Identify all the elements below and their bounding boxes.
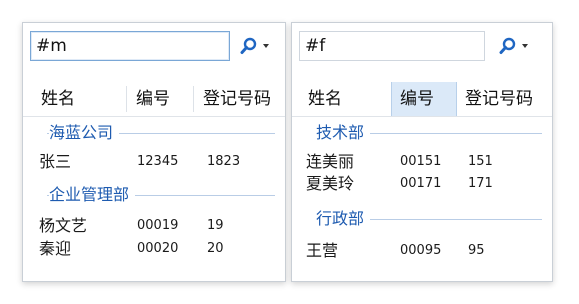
cell-name: 王营 [306,241,339,260]
column-header-code[interactable]: 编号 [391,82,457,116]
cell-reg: 1823 [207,154,241,169]
group-header: 行政部 [292,206,542,232]
group-label: 企业管理部 [49,182,136,208]
grid-header: 姓名 编号 登记号码 [292,82,552,117]
cell-name: 连美丽 [306,152,355,171]
cell-code: 00171 [400,176,442,191]
group-label: 海蓝公司 [49,120,120,146]
table-row[interactable]: 连美丽 00151 151 [292,151,552,173]
lookup-panel-left: #m 姓名 编号 登记号码 海蓝公司 张三 12345 1823 企业管理部 杨… [22,22,286,282]
column-header-code[interactable]: 编号 [136,82,196,116]
cell-code: 00019 [137,218,179,233]
cell-reg: 20 [207,241,224,256]
column-divider [126,86,127,112]
lookup-panel-right: #f 姓名 编号 登记号码 技术部 连美丽 00151 151 夏美玲 0017… [291,22,553,282]
cell-name: 秦迎 [39,239,72,258]
cell-reg: 19 [207,218,224,233]
table-row[interactable]: 张三 12345 1823 [23,151,285,173]
cell-name: 张三 [39,152,72,171]
table-row[interactable]: 夏美玲 00171 171 [292,173,552,195]
cell-reg: 171 [468,176,493,191]
column-header-name[interactable]: 姓名 [308,82,388,116]
group-header: 企业管理部 [23,182,275,208]
cell-code: 12345 [137,154,179,169]
table-row[interactable]: 杨文艺 00019 19 [23,215,285,237]
group-header: 技术部 [292,120,542,146]
search-icon [240,37,256,54]
group-label: 技术部 [316,120,371,146]
cell-code: 00020 [137,241,179,256]
search-row: #f [299,31,552,65]
group-label: 行政部 [316,206,371,232]
chevron-down-icon[interactable] [521,44,528,48]
cell-name: 夏美玲 [306,174,355,193]
search-button[interactable] [493,33,533,59]
chevron-down-icon[interactable] [262,44,269,48]
cell-reg: 95 [468,243,485,258]
search-button[interactable] [234,33,274,59]
search-icon [499,37,515,54]
column-divider [193,86,194,112]
table-row[interactable]: 秦迎 00020 20 [23,238,285,260]
cell-code: 00095 [400,243,442,258]
cell-reg: 151 [468,154,493,169]
search-input[interactable]: #f [299,31,485,61]
group-header: 海蓝公司 [23,120,275,146]
cell-name: 杨文艺 [39,216,88,235]
search-input[interactable]: #m [30,31,230,61]
column-header-reg[interactable]: 登记号码 [465,82,551,116]
column-header-reg[interactable]: 登记号码 [203,82,283,116]
grid-header: 姓名 编号 登记号码 [23,82,285,117]
cell-code: 00151 [400,154,442,169]
table-row[interactable]: 王营 00095 95 [292,240,552,262]
column-header-name[interactable]: 姓名 [41,82,121,116]
search-row: #m [30,31,285,65]
